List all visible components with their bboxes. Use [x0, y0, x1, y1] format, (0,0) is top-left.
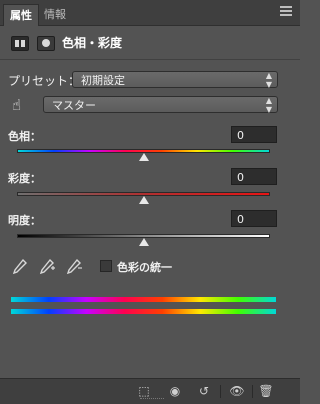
- divider: [220, 385, 221, 398]
- preset-value: 初期設定: [81, 74, 125, 87]
- hand-icon[interactable]: ☝: [12, 96, 30, 114]
- updown-chevron-icon: ▲ ▼: [265, 96, 272, 114]
- divider: [252, 385, 253, 398]
- updown-chevron-icon: ▲ ▼: [265, 71, 272, 89]
- saturation-input[interactable]: 0: [231, 168, 277, 185]
- panel-tab-bar: 属性 情報: [0, 0, 300, 26]
- hue-input[interactable]: 0: [231, 126, 277, 143]
- tab-info[interactable]: 情報: [38, 4, 72, 25]
- colorize-label: 色彩の統一: [117, 261, 172, 274]
- tab-properties[interactable]: 属性: [3, 4, 39, 26]
- visibility-icon[interactable]: 👁: [229, 384, 245, 398]
- output-color-bar: [11, 309, 276, 314]
- levels-icon[interactable]: [11, 36, 29, 51]
- hue-slider-thumb[interactable]: [138, 153, 149, 161]
- menu-icon[interactable]: [280, 6, 292, 18]
- lightness-label: 明度：: [8, 214, 41, 227]
- adjustment-title: 色相・彩度: [62, 36, 123, 50]
- preset-label: プリセット：: [8, 74, 81, 88]
- hue-label: 色相：: [8, 130, 41, 143]
- eyedropper-minus-icon[interactable]: [66, 258, 82, 276]
- input-color-bar: [11, 297, 276, 302]
- channel-value: マスター: [52, 99, 96, 112]
- mask-icon[interactable]: [37, 36, 55, 51]
- divider: [0, 59, 300, 60]
- eyedropper-plus-icon[interactable]: [39, 258, 55, 276]
- lightness-input[interactable]: 0: [231, 210, 277, 227]
- reset-icon[interactable]: ↺: [196, 384, 212, 398]
- trash-icon[interactable]: 🗑: [258, 384, 274, 398]
- clip-to-layer-icon[interactable]: ⬚: [136, 384, 152, 398]
- resize-grip[interactable]: [140, 398, 164, 402]
- eyedropper-icon[interactable]: [12, 258, 28, 276]
- saturation-slider-thumb[interactable]: [138, 196, 149, 204]
- preset-select[interactable]: 初期設定 ▲ ▼: [72, 71, 278, 89]
- view-previous-icon[interactable]: ◉: [167, 384, 183, 398]
- colorize-checkbox[interactable]: [100, 260, 112, 272]
- properties-header: 色相・彩度: [0, 28, 300, 58]
- lightness-slider-thumb[interactable]: [138, 238, 149, 246]
- saturation-label: 彩度：: [8, 172, 41, 185]
- channel-select[interactable]: マスター ▲ ▼: [43, 96, 278, 114]
